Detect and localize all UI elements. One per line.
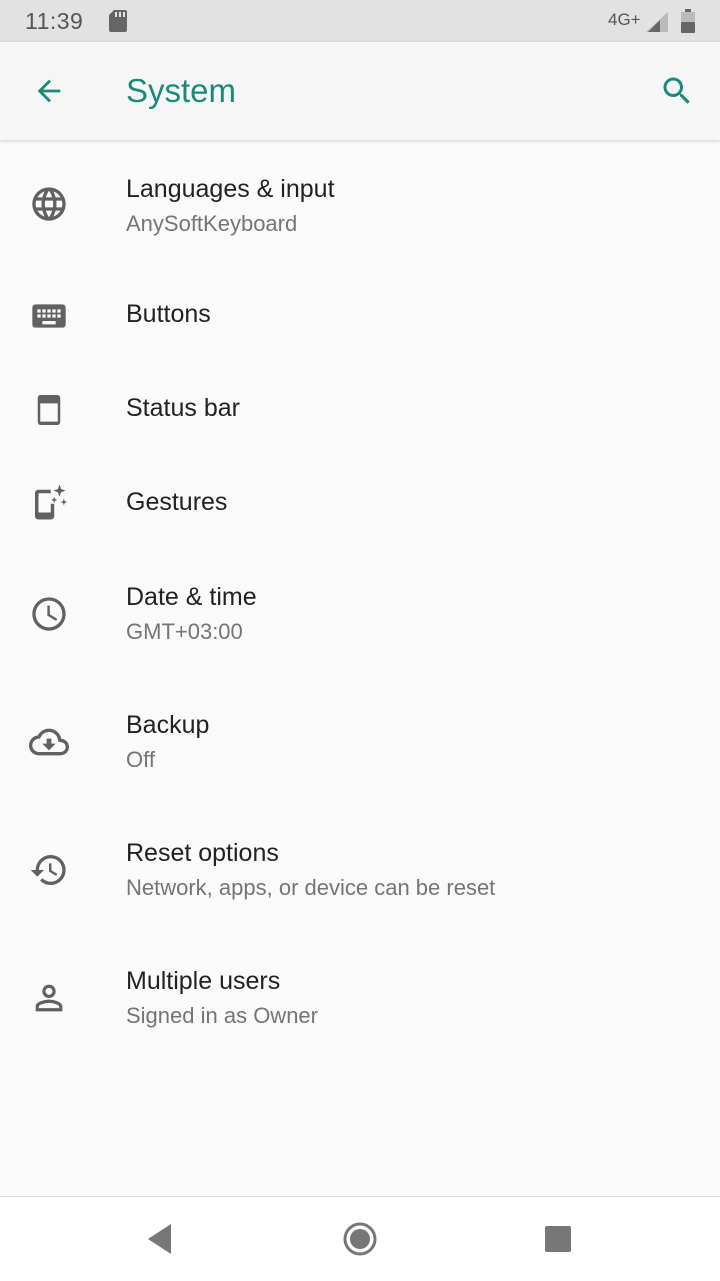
setting-title: Languages & input (126, 175, 335, 203)
cloud-backup-icon (28, 721, 70, 763)
status-bar-icon (28, 389, 70, 431)
back-triangle-icon (148, 1224, 171, 1254)
clock-icon (28, 593, 70, 635)
setting-buttons[interactable]: Buttons (0, 269, 720, 363)
setting-subtitle: AnySoftKeyboard (126, 211, 298, 236)
home-circle-icon (343, 1222, 377, 1256)
battery-icon (681, 9, 695, 33)
signal-icon (646, 12, 668, 32)
nav-recents-button[interactable] (536, 1217, 580, 1261)
setting-date-time[interactable]: Date & time GMT+03:00 (0, 551, 720, 679)
setting-title: Buttons (126, 300, 211, 328)
navigation-bar (0, 1196, 720, 1281)
setting-title: Reset options (126, 839, 279, 867)
person-icon (28, 977, 70, 1019)
back-button[interactable] (20, 62, 78, 120)
keyboard-icon (28, 295, 70, 337)
search-icon (663, 77, 690, 104)
setting-gestures[interactable]: Gestures (0, 457, 720, 551)
sd-card-icon (109, 10, 127, 32)
history-icon (28, 849, 70, 891)
nav-home-button[interactable] (338, 1217, 382, 1261)
globe-icon (28, 183, 70, 225)
setting-title: Backup (126, 711, 210, 739)
page-title: System (126, 72, 237, 109)
setting-subtitle: Signed in as Owner (126, 1003, 318, 1028)
status-bar: 11:39 4G+ (0, 0, 720, 42)
nav-back-button[interactable] (138, 1217, 182, 1261)
setting-title: Multiple users (126, 967, 281, 995)
network-type: 4G+ (608, 10, 641, 29)
setting-reset-options[interactable]: Reset options Network, apps, or device c… (0, 807, 720, 935)
app-bar: System (0, 42, 720, 140)
status-time: 11:39 (25, 8, 84, 34)
setting-languages-input[interactable]: Languages & input AnySoftKeyboard (0, 141, 720, 269)
setting-subtitle: Network, apps, or device can be reset (126, 875, 496, 900)
settings-list: Languages & input AnySoftKeyboard Button… (0, 141, 720, 1063)
setting-subtitle: GMT+03:00 (126, 619, 243, 644)
arrow-back-icon (37, 79, 61, 103)
setting-subtitle: Off (126, 747, 155, 772)
setting-title: Date & time (126, 583, 257, 611)
setting-multiple-users[interactable]: Multiple users Signed in as Owner (0, 935, 720, 1063)
setting-status-bar[interactable]: Status bar (0, 363, 720, 457)
search-button[interactable] (648, 62, 706, 120)
setting-title: Gestures (126, 488, 228, 516)
setting-title: Status bar (126, 394, 240, 422)
gestures-icon (28, 481, 70, 523)
recents-square-icon (545, 1226, 571, 1252)
setting-backup[interactable]: Backup Off (0, 679, 720, 807)
